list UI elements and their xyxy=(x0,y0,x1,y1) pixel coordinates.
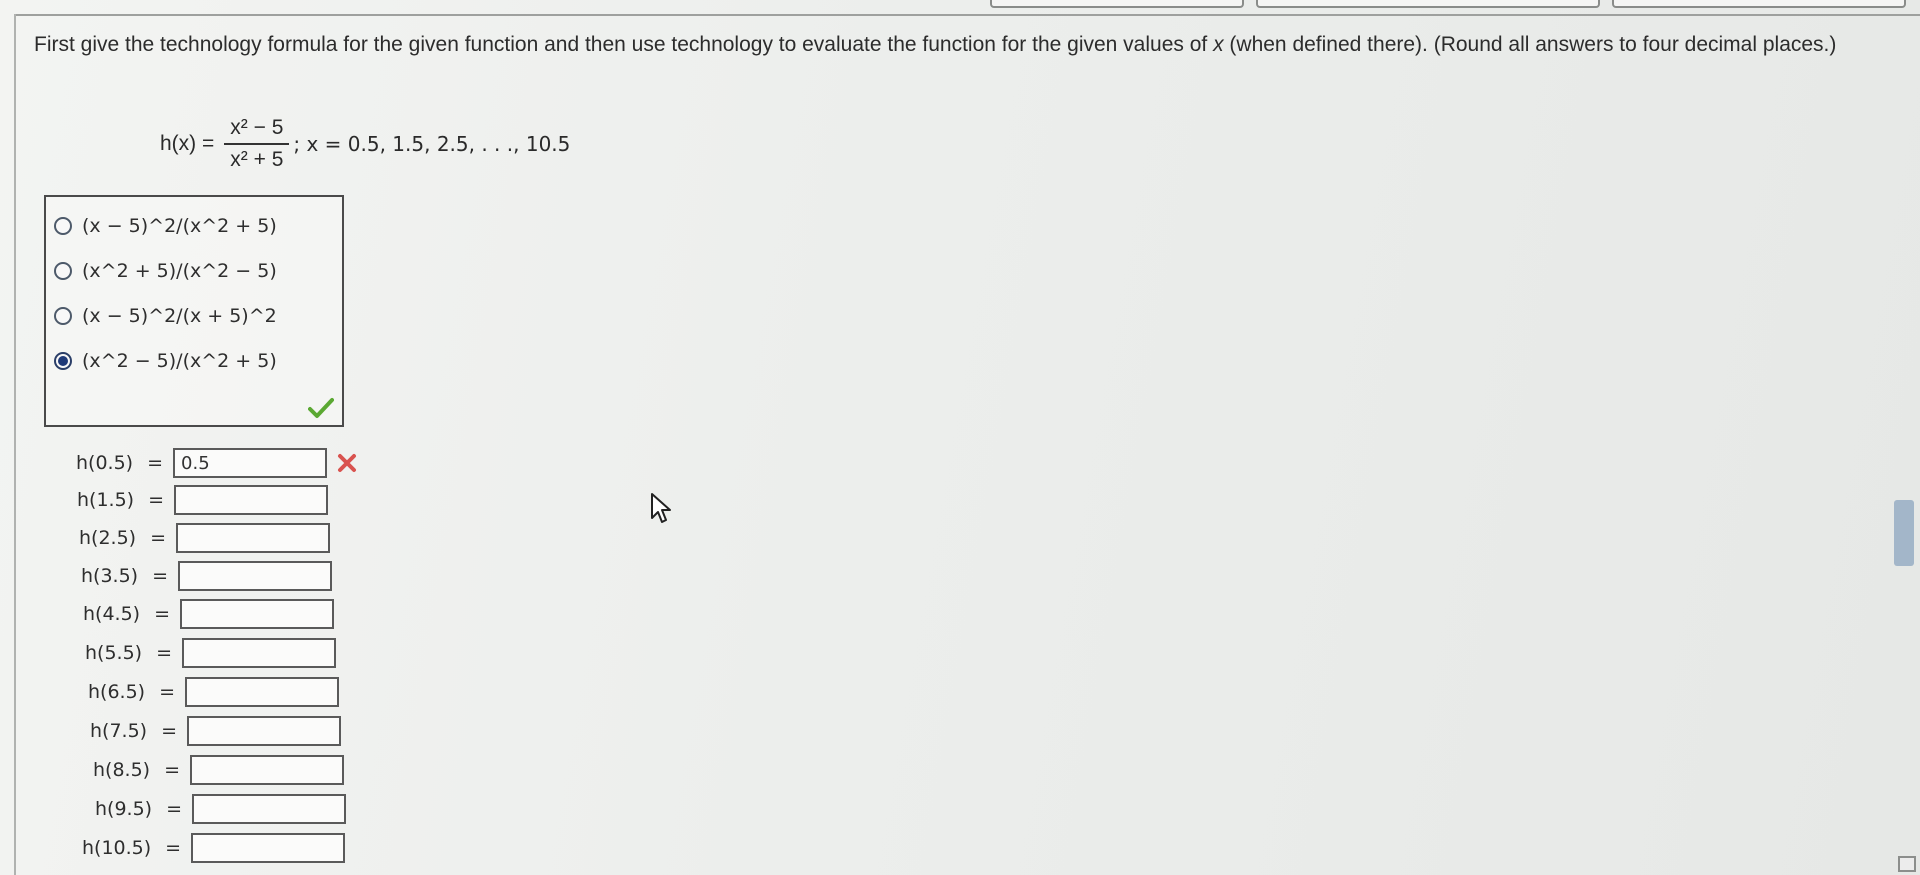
choice-label: (x − 5)^2/(x^2 + 5) xyxy=(82,215,277,237)
top-tab[interactable] xyxy=(1612,0,1906,8)
eval-equals: = xyxy=(165,837,182,859)
eval-row-7: h(7.5) = xyxy=(90,715,342,747)
eval-label: h(1.5) xyxy=(77,489,135,511)
answer-input[interactable] xyxy=(173,448,328,478)
radio-button-selected-icon[interactable] xyxy=(54,352,72,370)
eval-label: h(3.5) xyxy=(81,565,139,587)
eval-equals: = xyxy=(161,720,178,742)
top-tab[interactable] xyxy=(1256,0,1600,8)
eval-row-2: h(2.5) = xyxy=(79,522,331,554)
fraction-numerator: x² − 5 xyxy=(230,116,284,139)
instructions-text-1: First give the technology formula for th… xyxy=(34,33,1214,56)
answer-input[interactable] xyxy=(182,638,337,668)
eval-equals: = xyxy=(150,527,167,549)
answer-input[interactable] xyxy=(185,677,340,707)
eval-equals: = xyxy=(164,759,181,781)
eval-row-1: h(1.5) = xyxy=(77,484,329,516)
answer-input[interactable] xyxy=(176,523,331,553)
answer-input[interactable] xyxy=(180,599,335,629)
page: First give the technology formula for th… xyxy=(0,0,1920,875)
eval-row-8: h(8.5) = xyxy=(93,754,345,786)
eval-row-5: h(5.5) = xyxy=(85,637,337,669)
choice-option-4[interactable]: (x^2 − 5)/(x^2 + 5) xyxy=(54,346,277,376)
formula-choices: (x − 5)^2/(x^2 + 5) (x^2 + 5)/(x^2 − 5) … xyxy=(44,195,344,427)
choice-option-1[interactable]: (x − 5)^2/(x^2 + 5) xyxy=(54,211,277,241)
choice-option-3[interactable]: (x − 5)^2/(x + 5)^2 xyxy=(54,301,277,331)
function-definition: h(x) = x² − 5 x² + 5 ; x = 0.5, 1.5, 2.5… xyxy=(160,104,570,184)
correct-check-icon xyxy=(308,398,334,418)
function-lhs: h(x) = xyxy=(160,132,215,155)
radio-button-icon[interactable] xyxy=(54,262,72,280)
choice-label: (x − 5)^2/(x + 5)^2 xyxy=(82,305,277,327)
answer-input[interactable] xyxy=(174,485,329,515)
radio-dot xyxy=(58,356,68,366)
answer-input[interactable] xyxy=(191,833,346,863)
eval-label: h(9.5) xyxy=(95,798,153,820)
question-instructions: First give the technology formula for th… xyxy=(34,30,1894,60)
scrollbar-thumb[interactable] xyxy=(1894,500,1914,566)
radio-button-icon[interactable] xyxy=(54,217,72,235)
eval-label: h(7.5) xyxy=(90,720,148,742)
choice-label: (x^2 + 5)/(x^2 − 5) xyxy=(82,260,277,282)
eval-row-9: h(9.5) = xyxy=(95,793,347,825)
fraction-denominator: x² + 5 xyxy=(230,148,284,171)
eval-label: h(8.5) xyxy=(93,759,151,781)
eval-row-3: h(3.5) = xyxy=(81,560,333,592)
radio-button-icon[interactable] xyxy=(54,307,72,325)
eval-row-6: h(6.5) = xyxy=(88,676,340,708)
eval-label: h(10.5) xyxy=(82,837,152,859)
answer-input[interactable] xyxy=(187,716,342,746)
eval-label: h(5.5) xyxy=(85,642,143,664)
eval-equals: = xyxy=(148,489,165,511)
eval-equals: = xyxy=(159,681,176,703)
frame-border xyxy=(14,14,16,875)
eval-label: h(0.5) xyxy=(76,452,134,474)
choice-label: (x^2 − 5)/(x^2 + 5) xyxy=(82,350,277,372)
eval-row-0: h(0.5) = xyxy=(76,447,357,479)
incorrect-x-icon xyxy=(338,454,357,472)
frame-divider xyxy=(14,14,1920,16)
eval-label: h(6.5) xyxy=(88,681,146,703)
top-tab-strip xyxy=(0,0,1920,10)
answer-input[interactable] xyxy=(190,755,345,785)
choice-option-2[interactable]: (x^2 + 5)/(x^2 − 5) xyxy=(54,256,277,286)
function-fraction: x² − 5 x² + 5 xyxy=(224,113,290,175)
instructions-variable: x xyxy=(1213,33,1224,56)
top-tab[interactable] xyxy=(990,0,1244,8)
expand-icon[interactable] xyxy=(1898,856,1916,872)
eval-equals: = xyxy=(147,452,164,474)
answer-input[interactable] xyxy=(192,794,347,824)
function-domain: ; x = 0.5, 1.5, 2.5, . . ., 10.5 xyxy=(293,132,571,156)
eval-row-10: h(10.5) = xyxy=(82,832,346,864)
eval-equals: = xyxy=(156,642,173,664)
eval-label: h(4.5) xyxy=(83,603,141,625)
instructions-text-2: (when defined there). (Round all answers… xyxy=(1223,33,1837,56)
answer-input[interactable] xyxy=(178,561,333,591)
mouse-pointer-icon xyxy=(651,493,671,523)
eval-equals: = xyxy=(152,565,169,587)
eval-row-4: h(4.5) = xyxy=(83,598,335,630)
eval-equals: = xyxy=(166,798,183,820)
eval-equals: = xyxy=(154,603,171,625)
eval-label: h(2.5) xyxy=(79,527,137,549)
